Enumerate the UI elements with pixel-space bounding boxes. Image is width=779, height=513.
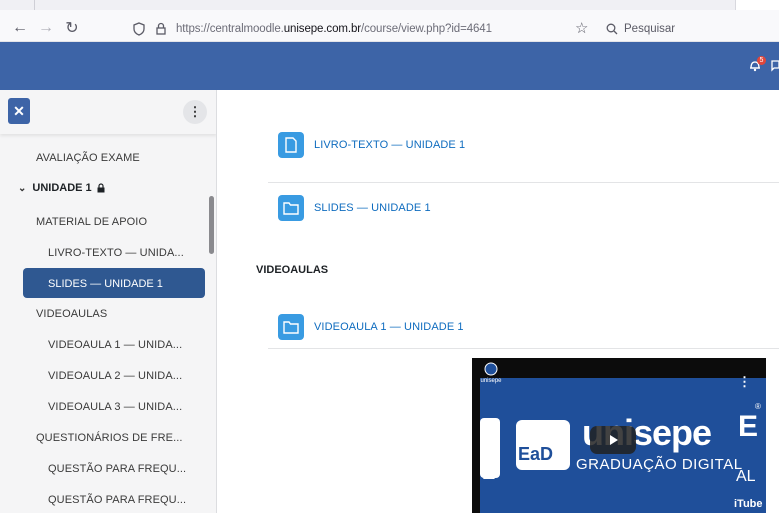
search-icon <box>606 23 618 35</box>
activity-livro-texto[interactable]: LIVRO-TEXTO — UNIDADE 1 <box>278 132 465 158</box>
url-text: https://centralmoodle.unisepe.com.br/cou… <box>176 23 492 35</box>
section-label: UNIDADE 1 <box>32 182 92 194</box>
activity-label: VIDEOAULA 1 — UNIDADE 1 <box>314 321 464 333</box>
url-path: /course/view.php?id=4641 <box>360 23 492 35</box>
close-drawer-button[interactable]: ✕ <box>8 98 30 124</box>
chat-icon[interactable] <box>771 59 779 73</box>
channel-logo-text: unisepe <box>480 378 502 384</box>
browser-toolbar: ← → ↻ https://centralmoodle.unisepe.com.… <box>0 0 779 42</box>
activity-slides[interactable]: SLIDES — UNIDADE 1 <box>278 195 431 221</box>
tab-edge-right <box>735 0 779 10</box>
drawer-menu-button[interactable]: ⋮ <box>183 100 207 124</box>
search-input[interactable]: Pesquisar <box>606 18 779 40</box>
close-icon: ✕ <box>13 102 25 119</box>
embedded-video[interactable]: unisepe ⋮ E EaD unisepe GRADUAÇÃO DIGITA… <box>472 358 766 513</box>
sidebar-item-questao-2[interactable]: QUESTÃO PARA FREQU... <box>48 494 186 506</box>
activity-label: SLIDES — UNIDADE 1 <box>314 202 431 214</box>
drawer-scrollbar[interactable] <box>209 196 214 254</box>
sidebar-item-material-apoio[interactable]: MATERIAL DE APOIO <box>36 216 147 228</box>
bookmark-star-icon[interactable]: ☆ <box>575 19 588 37</box>
drawer-header: ✕ ⋮ <box>0 90 216 134</box>
sidebar-item-livro-texto[interactable]: LIVRO-TEXTO — UNIDA... <box>48 247 184 259</box>
chevron-down-icon: ⌄ <box>18 182 27 194</box>
lock-icon <box>156 22 166 35</box>
section-title-videoaulas: VIDEOAULAS <box>256 264 329 276</box>
folder-icon <box>278 314 304 340</box>
tab-divider <box>34 0 35 10</box>
reload-icon[interactable]: ↻ <box>62 18 82 38</box>
lock-icon <box>97 183 105 193</box>
registered-mark: ® <box>755 402 761 411</box>
sidebar-item-slides-label: SLIDES — UNIDADE 1 <box>48 278 163 290</box>
sidebar-item-questao-1[interactable]: QUESTÃO PARA FREQU... <box>48 463 186 475</box>
activity-label: LIVRO-TEXTO — UNIDADE 1 <box>314 139 466 151</box>
forward-arrow-icon[interactable]: → <box>36 18 56 38</box>
youtube-logo[interactable]: iTube <box>734 498 763 510</box>
address-bar[interactable]: https://centralmoodle.unisepe.com.br/cou… <box>132 18 602 40</box>
url-prefix: https://centralmoodle. <box>176 23 284 35</box>
brand-subtitle: GRADUAÇÃO DIGITAL <box>576 456 743 473</box>
play-icon <box>610 435 618 445</box>
left-letter: E <box>482 462 496 484</box>
divider <box>268 348 779 349</box>
sidebar-item-questionarios[interactable]: QUESTIONÁRIOS DE FRE... <box>36 432 183 444</box>
activity-videoaula-1[interactable]: VIDEOAULA 1 — UNIDADE 1 <box>278 314 464 340</box>
kebab-icon: ⋮ <box>188 104 202 119</box>
sidebar-item-videoaulas[interactable]: VIDEOAULAS <box>36 308 107 320</box>
site-header <box>0 42 779 90</box>
file-icon <box>278 132 304 158</box>
sidebar-item-videoaula-2[interactable]: VIDEOAULA 2 — UNIDA... <box>48 370 182 382</box>
course-index-drawer: ✕ ⋮ AVALIAÇÃO EXAME ⌄ UNIDADE 1 MATERIAL… <box>0 90 217 513</box>
url-domain: unisepe.com.br <box>283 23 361 35</box>
sidebar-item-videoaula-1[interactable]: VIDEOAULA 1 — UNIDA... <box>48 339 182 351</box>
folder-icon <box>278 195 304 221</box>
channel-logo[interactable]: unisepe <box>480 362 502 388</box>
ead-text: EaD <box>518 444 554 464</box>
sidebar-section-unidade1[interactable]: ⌄ UNIDADE 1 <box>18 182 106 194</box>
back-arrow-icon[interactable]: ← <box>10 18 30 38</box>
search-placeholder: Pesquisar <box>624 23 676 35</box>
right-letter: E <box>738 410 759 443</box>
play-button[interactable] <box>590 426 636 454</box>
sidebar-item-videoaula-3[interactable]: VIDEOAULA 3 — UNIDA... <box>48 401 182 413</box>
sidebar-item-avaliacao-exame[interactable]: AVALIAÇÃO EXAME <box>36 152 140 164</box>
divider <box>268 182 779 183</box>
notification-badge: 5 <box>757 56 766 65</box>
shield-icon <box>133 22 145 36</box>
video-menu-icon[interactable]: ⋮ <box>738 374 751 390</box>
tab-strip <box>0 0 779 10</box>
right-al: AL <box>736 468 756 485</box>
